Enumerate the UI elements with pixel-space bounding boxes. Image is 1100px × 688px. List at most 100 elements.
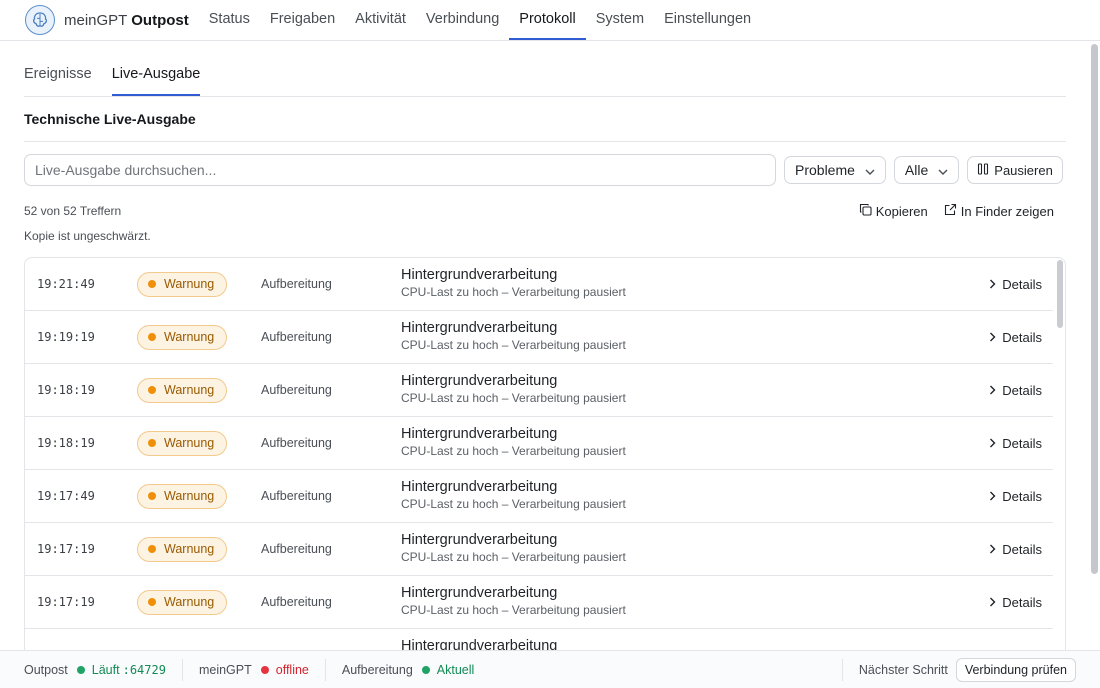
log-list-scrollbar[interactable] xyxy=(1057,260,1063,328)
details-button[interactable]: Details xyxy=(989,383,1042,398)
log-title: Hintergrundverarbeitung xyxy=(401,532,558,548)
warning-badge: Warnung xyxy=(137,377,228,403)
log-category: Aufbereitung xyxy=(261,489,332,503)
check-connection-button[interactable]: Verbindung prüfen xyxy=(955,657,1076,682)
nav-tab-aktivitaet[interactable]: Aktivität xyxy=(345,0,416,40)
brand-text: meinGPT xyxy=(64,11,128,29)
show-in-finder-label: In Finder zeigen xyxy=(960,203,1054,219)
chevron-right-icon xyxy=(989,277,1002,292)
chevron-down-icon xyxy=(938,162,948,178)
log-time: 19:18:19 xyxy=(37,383,95,397)
copy-label: Kopieren xyxy=(875,203,928,219)
status-dot-icon xyxy=(421,665,430,674)
log-title: Hintergrundverarbeitung xyxy=(401,267,558,283)
warning-dot-icon xyxy=(148,598,156,606)
warning-badge: Warnung xyxy=(137,483,228,509)
log-category: Aufbereitung xyxy=(261,436,332,450)
status-outpost-port: :64729 xyxy=(122,662,166,677)
log-level: Warnung xyxy=(164,277,215,291)
search-input[interactable] xyxy=(24,154,776,186)
log-title: Hintergrundverarbeitung xyxy=(401,320,558,336)
brand-name: meinGPT Outpost xyxy=(64,12,189,29)
show-in-finder-button[interactable]: In Finder zeigen xyxy=(944,203,1054,219)
brand[interactable]: meinGPT Outpost xyxy=(0,0,199,40)
filter-bar: Probleme Alle Pausieren xyxy=(24,154,1066,186)
nav-tab-einstellungen[interactable]: Einstellungen xyxy=(654,0,761,40)
details-label: Details xyxy=(1002,541,1042,557)
scope-select-value: Alle xyxy=(904,162,929,178)
log-detail: CPU-Last zu hoch – Verarbeitung pausiert xyxy=(401,497,626,511)
chevron-right-icon xyxy=(989,542,1002,557)
result-actions: Kopieren In Finder zeigen xyxy=(843,203,1066,219)
details-button[interactable]: Details xyxy=(989,330,1042,345)
log-row[interactable]: 19:21:49 Warnung Aufbereitung Hintergrundv… xyxy=(25,258,1053,311)
warning-badge: Warnung xyxy=(137,324,228,350)
nav-tab-status[interactable]: Status xyxy=(199,0,260,40)
warning-badge: Warnung xyxy=(137,271,228,297)
pause-label: Pausieren xyxy=(994,162,1053,178)
log-row[interactable]: 19:18:19 Warnung Aufbereitung Hintergrundv… xyxy=(25,417,1053,470)
log-message: Hintergrundverarbeitung CPU-Last zu hoch… xyxy=(401,426,626,459)
log-message: Hintergrundverarbeitung CPU-Last zu hoch… xyxy=(401,532,626,565)
log-time: 19:21:49 xyxy=(37,277,95,291)
subtab-ereignisse[interactable]: Ereignisse xyxy=(24,66,92,96)
log-row[interactable]: 19:17:19 Warnung Aufbereitung Hintergrundv… xyxy=(25,523,1053,576)
log-detail: CPU-Last zu hoch – Verarbeitung pausiert xyxy=(401,391,626,405)
chevron-right-icon xyxy=(989,595,1002,610)
log-row[interactable]: 19:19:19 Warnung Aufbereitung Hintergrundv… xyxy=(25,311,1053,364)
log-detail: CPU-Last zu hoch – Verarbeitung pausiert xyxy=(401,550,626,564)
log-detail: CPU-Last zu hoch – Verarbeitung pausiert xyxy=(401,444,626,458)
nav-tab-protokoll[interactable]: Protokoll xyxy=(509,0,586,40)
details-button[interactable]: Details xyxy=(989,436,1042,451)
log-detail: CPU-Last zu hoch – Verarbeitung pausiert xyxy=(401,603,626,617)
log-row[interactable]: 19:17:19 Warnung Aufbereitung Hintergrundv… xyxy=(25,576,1053,629)
chevron-right-icon xyxy=(989,383,1002,398)
copy-button[interactable]: Kopieren xyxy=(859,203,928,219)
details-button[interactable]: Details xyxy=(989,595,1042,610)
log-message: Hintergrundverarbeitung CPU-Last zu hoch… xyxy=(401,585,626,618)
log-category: Aufbereitung xyxy=(261,595,332,609)
log-level: Warnung xyxy=(164,436,215,450)
details-button[interactable]: Details xyxy=(989,489,1042,504)
subtab-live-ausgabe[interactable]: Live-Ausgabe xyxy=(111,66,201,96)
details-button[interactable]: Details xyxy=(989,542,1042,557)
nav-tab-verbindung[interactable]: Verbindung xyxy=(416,0,509,40)
status-bar: Outpost Läuft :64729 meinGPT offline Auf… xyxy=(0,650,1100,688)
log-time: 19:18:19 xyxy=(37,436,95,450)
status-meingpt-label: meinGPT xyxy=(198,662,252,677)
log-message: Hintergrundverarbeitung CPU-Last zu hoch… xyxy=(401,479,626,512)
details-label: Details xyxy=(1002,276,1042,292)
log-message: Hintergrundverarbeitung CPU-Last zu hoch… xyxy=(401,267,626,300)
scope-select[interactable]: Alle xyxy=(893,156,960,184)
log-list[interactable]: 19:21:49 Warnung Aufbereitung Hintergrundv… xyxy=(24,257,1066,657)
nav-tab-freigaben[interactable]: Freigaben xyxy=(260,0,345,40)
brain-logo-icon xyxy=(25,5,55,35)
warning-dot-icon xyxy=(148,333,156,341)
chevron-right-icon xyxy=(989,436,1002,451)
external-link-icon xyxy=(944,203,961,219)
log-time: 19:19:19 xyxy=(37,330,95,344)
status-meingpt: meinGPT offline xyxy=(181,658,325,681)
log-category: Aufbereitung xyxy=(261,383,332,397)
details-button[interactable]: Details xyxy=(989,277,1042,292)
copy-icon xyxy=(859,203,876,219)
severity-select[interactable]: Probleme xyxy=(784,156,886,184)
log-category: Aufbereitung xyxy=(261,330,332,344)
pause-button[interactable]: Pausieren xyxy=(967,156,1063,184)
nav-tab-system[interactable]: System xyxy=(586,0,654,40)
log-row[interactable]: 19:18:19 Warnung Aufbereitung Hintergrundv… xyxy=(25,364,1053,417)
status-processing-value: Aktuell xyxy=(436,662,475,677)
log-title: Hintergrundverarbeitung xyxy=(401,585,558,601)
warning-dot-icon xyxy=(148,280,156,288)
log-time: 19:17:19 xyxy=(37,542,95,556)
status-meingpt-value: offline xyxy=(275,662,309,677)
status-outpost: Outpost Läuft :64729 xyxy=(0,659,182,681)
window-scrollbar[interactable] xyxy=(1091,44,1098,574)
brand-product: Outpost xyxy=(131,11,189,29)
log-level: Warnung xyxy=(164,383,215,397)
warning-badge: Warnung xyxy=(137,589,228,615)
log-time: 19:17:19 xyxy=(37,595,95,609)
details-label: Details xyxy=(1002,435,1042,451)
log-row[interactable]: 19:17:49 Warnung Aufbereitung Hintergrundv… xyxy=(25,470,1053,523)
log-level: Warnung xyxy=(164,595,215,609)
